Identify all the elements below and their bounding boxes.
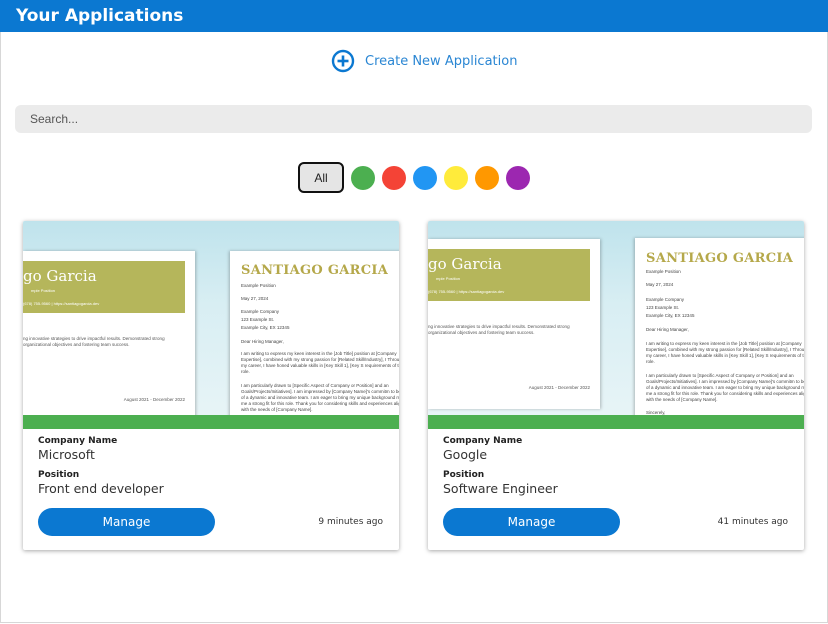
page-title: Your Applications [16, 6, 184, 26]
timestamp: 41 minutes ago [717, 517, 788, 527]
color-tag-bar [428, 415, 804, 429]
company-name-label: Company Name [38, 436, 118, 446]
cover-letter-name: SANTIAGO GARCIA [646, 251, 794, 266]
position-label: Position [38, 470, 80, 480]
search-input[interactable] [15, 105, 812, 133]
create-application-button[interactable]: Create New Application [331, 48, 517, 74]
filter-purple[interactable] [506, 165, 530, 190]
resume-name: go Garcia [23, 267, 97, 285]
create-application-label: Create New Application [365, 53, 518, 69]
cover-letter-name: SANTIAGO GARCIA [241, 263, 389, 278]
application-card: go Garcia mple Position (678) 755-9560 |… [23, 221, 399, 550]
timestamp: 9 minutes ago [318, 517, 383, 527]
company-name-value: Microsoft [38, 447, 95, 462]
document-preview[interactable]: go Garcia mple Position (678) 755-9560 |… [428, 221, 804, 429]
cover-letter-preview: SANTIAGO GARCIA Example Position May 27,… [230, 251, 399, 429]
position-value: Front end developer [38, 481, 164, 496]
filter-all-button[interactable]: All [298, 162, 344, 193]
filter-orange[interactable] [475, 165, 499, 190]
position-value: Software Engineer [443, 481, 558, 496]
company-name-label: Company Name [443, 436, 523, 446]
filter-red[interactable] [382, 165, 406, 190]
cover-letter-preview: SANTIAGO GARCIA Example Position May 27,… [635, 238, 804, 428]
document-preview[interactable]: go Garcia mple Position (678) 755-9560 |… [23, 221, 399, 429]
application-info: Company Name Microsoft Position Front en… [38, 436, 164, 496]
plus-circle-icon [331, 49, 355, 73]
filter-yellow[interactable] [444, 165, 468, 190]
resume-preview: go Garcia mple Position (678) 755-9560 |… [428, 239, 600, 409]
company-name-value: Google [443, 447, 488, 462]
manage-button[interactable]: Manage [443, 508, 620, 536]
resume-preview: go Garcia mple Position (678) 755-9560 |… [23, 251, 195, 421]
filter-blue[interactable] [413, 165, 437, 190]
color-filter-bar: All [298, 162, 530, 193]
filter-green[interactable] [351, 165, 375, 190]
color-tag-bar [23, 415, 399, 429]
top-bar: Your Applications [0, 0, 828, 32]
manage-button[interactable]: Manage [38, 508, 215, 536]
resume-name: go Garcia [428, 255, 502, 273]
position-label: Position [443, 470, 485, 480]
application-info: Company Name Google Position Software En… [443, 436, 558, 496]
application-card: go Garcia mple Position (678) 755-9560 |… [428, 221, 804, 550]
